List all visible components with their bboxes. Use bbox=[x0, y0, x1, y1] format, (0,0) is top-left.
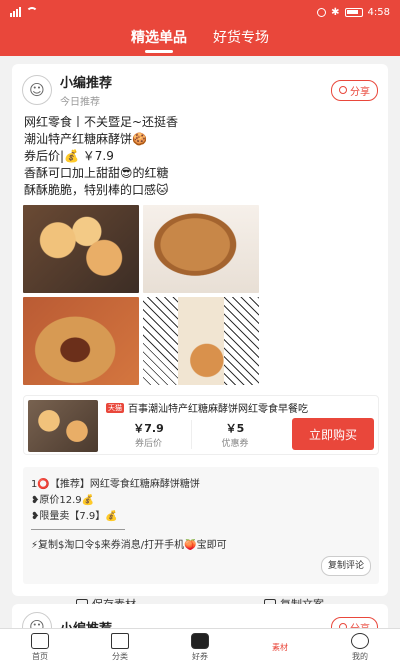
coupon-price-label: 券后价 bbox=[134, 438, 162, 449]
post-text: 网红零食丨不关暨足~还挺香 潮汕特产红糖麻酵饼🍪 券后价|💰 ￥7.9 香酥可口… bbox=[12, 108, 388, 199]
nav-material[interactable]: 素材 bbox=[248, 642, 312, 653]
author-name: 小编推荐 bbox=[60, 76, 113, 91]
tmall-tag: 天猫 bbox=[106, 402, 124, 413]
author-subtitle: 今日推荐 bbox=[60, 97, 100, 108]
copy-comment-button[interactable]: 复制评论 bbox=[320, 556, 371, 576]
copy-line: 1⭕【推荐】网红零食红糖麻酵饼糖饼 bbox=[31, 479, 200, 490]
alarm-icon bbox=[317, 7, 327, 17]
coupon-price: ￥7.9 bbox=[133, 421, 164, 435]
discount-label: 优惠券 bbox=[221, 438, 249, 449]
product-photo[interactable] bbox=[143, 297, 259, 385]
post-line: 网红零食丨不关暨足~还挺香 bbox=[24, 115, 179, 129]
coupon-icon bbox=[191, 633, 209, 649]
status-bar: ✱ 4:58 bbox=[0, 0, 400, 24]
profile-icon bbox=[351, 633, 369, 649]
product-photo[interactable] bbox=[23, 205, 139, 293]
nav-profile[interactable]: 我的 bbox=[328, 633, 392, 662]
copy-line: ⚡复制$淘口令$来券消息/打开手机🍑宝即可 bbox=[31, 540, 227, 551]
discount-value: ￥5 bbox=[225, 421, 245, 435]
product-title: 百事潮汕特产红糖麻酵饼网红零食早餐吃 bbox=[128, 404, 308, 415]
home-icon bbox=[31, 633, 49, 649]
bluetooth-icon: ✱ bbox=[331, 6, 340, 18]
bottom-nav: 首页 分类 好券 素材 我的 bbox=[0, 628, 400, 666]
product-photo[interactable] bbox=[143, 205, 259, 293]
tab-featured[interactable]: 精选单品 bbox=[131, 27, 187, 53]
post-line: 券后价|💰 ￥7.9 bbox=[24, 149, 114, 163]
category-icon bbox=[111, 633, 129, 649]
post-line: 潮汕特产红糖麻酵饼🍪 bbox=[24, 132, 147, 146]
battery-icon bbox=[344, 7, 363, 17]
status-time: 4:58 bbox=[367, 6, 390, 18]
product-thumbnail bbox=[28, 400, 98, 452]
app-header: ✱ 4:58 精选单品 好货专场 bbox=[0, 0, 400, 56]
nav-label: 首页 bbox=[32, 652, 48, 661]
photo-grid bbox=[12, 199, 388, 385]
copy-line: ❥限量卖【7.9】💰 bbox=[31, 511, 118, 522]
avatar: ☺ bbox=[22, 75, 52, 105]
share-button[interactable]: 分享 bbox=[331, 79, 378, 101]
buy-now-button[interactable]: 立即购买 bbox=[292, 418, 374, 450]
nav-label: 好券 bbox=[192, 652, 208, 661]
copy-text-box: 1⭕【推荐】网红零食红糖麻酵饼糖饼 ❥原价12.9💰 ❥限量卖【7.9】💰 ⚡复… bbox=[23, 467, 379, 584]
nav-coupon[interactable]: 好券 bbox=[168, 633, 232, 662]
copy-line: ❥原价12.9💰 bbox=[31, 495, 95, 506]
post-line: 香酥可口加上甜甜😎的红糖 bbox=[24, 166, 169, 180]
post-card: ☺ 小编推荐 今日推荐 分享 网红零食丨不关暨足~还挺香 潮汕特产红糖麻酵饼🍪 … bbox=[12, 64, 388, 611]
signal-icon bbox=[10, 7, 21, 17]
product-card[interactable]: 天猫 百事潮汕特产红糖麻酵饼网红零食早餐吃 ￥7.9 券后价 ￥5 优惠券 立即… bbox=[23, 395, 379, 455]
post-line: 酥酥脆脆，特别棒的口感🐱 bbox=[24, 183, 169, 197]
nav-label: 分类 bbox=[112, 652, 128, 661]
nav-category[interactable]: 分类 bbox=[88, 633, 152, 662]
product-photo[interactable] bbox=[23, 297, 139, 385]
header-tabs: 精选单品 好货专场 bbox=[0, 24, 400, 56]
tab-special[interactable]: 好货专场 bbox=[213, 27, 269, 53]
wifi-icon bbox=[26, 7, 38, 17]
divider bbox=[31, 529, 125, 530]
nav-home[interactable]: 首页 bbox=[8, 633, 72, 662]
share-label: 分享 bbox=[350, 86, 370, 98]
nav-label: 我的 bbox=[352, 652, 368, 661]
share-icon bbox=[339, 86, 347, 94]
nav-label: 素材 bbox=[272, 643, 288, 652]
